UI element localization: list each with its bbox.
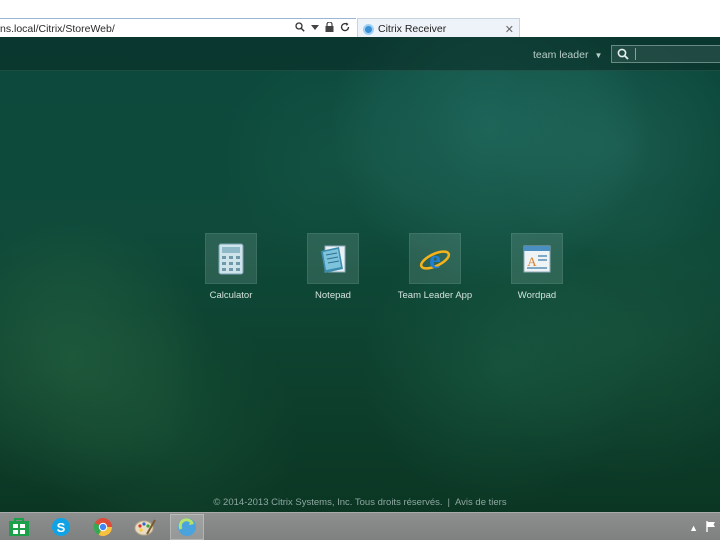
calculator-icon[interactable] [205, 233, 257, 284]
browser-tab[interactable]: Citrix Receiver ✕ [357, 18, 520, 39]
address-bar[interactable]: ns.local/Citrix/StoreWeb/ [0, 18, 356, 39]
app-tile-notepad[interactable]: Notepad [288, 233, 378, 301]
show-hidden-icons[interactable]: ▲ [689, 523, 698, 533]
app-tile-team-leader-app[interactable]: e Team Leader App [390, 233, 480, 301]
third-party-notices-link[interactable]: Avis de tiers [455, 497, 507, 508]
footer-copyright: © 2014-2013 Citrix Systems, Inc. Tous dr… [213, 497, 443, 508]
app-tile-wordpad[interactable]: A Wordpad [492, 233, 582, 301]
notepad-icon[interactable] [307, 233, 359, 284]
user-name: team leader [533, 49, 589, 61]
search-icon[interactable] [295, 22, 305, 35]
svg-text:S: S [57, 520, 66, 535]
chrome-icon[interactable] [86, 514, 120, 540]
action-center-flag-icon[interactable] [706, 521, 716, 534]
dropdown-icon[interactable] [311, 23, 319, 34]
citrix-receiver-icon[interactable] [170, 514, 204, 540]
internet-explorer-icon[interactable]: e [409, 233, 461, 284]
search-divider [635, 48, 636, 60]
store-icon[interactable] [2, 514, 36, 540]
taskbar: S ▲ [0, 512, 720, 540]
receiver-header: team leader ▼ [0, 37, 720, 71]
address-text[interactable]: ns.local/Citrix/StoreWeb/ [0, 23, 295, 35]
tab-title: Citrix Receiver [378, 23, 447, 35]
paint-icon[interactable] [128, 514, 162, 540]
close-icon[interactable]: ✕ [505, 23, 514, 36]
app-label-team-leader-app[interactable]: Team Leader App [390, 290, 480, 301]
app-label-wordpad[interactable]: Wordpad [492, 290, 582, 301]
app-tile-calculator[interactable]: Calculator [186, 233, 276, 301]
svg-text:e: e [429, 245, 441, 274]
search-input[interactable] [640, 48, 720, 60]
footer-separator: | [447, 497, 450, 508]
address-bar-icons [295, 21, 356, 35]
lock-icon[interactable] [325, 21, 334, 35]
search-box[interactable] [611, 45, 720, 63]
wordpad-icon[interactable]: A [511, 233, 563, 284]
receiver-app: team leader ▼ Calculator Notepad e Team … [0, 37, 720, 512]
app-grid: Calculator Notepad e Team Leader App A W… [0, 233, 720, 313]
footer: © 2014-2013 Citrix Systems, Inc. Tous dr… [0, 497, 720, 508]
app-label-calculator[interactable]: Calculator [186, 290, 276, 301]
browser-chrome: ns.local/Citrix/StoreWeb/ Citrix Receive… [0, 0, 720, 39]
caret-down-icon: ▼ [594, 51, 603, 60]
refresh-icon[interactable] [340, 22, 350, 35]
svg-text:A: A [527, 254, 537, 269]
user-menu[interactable]: team leader ▼ [533, 49, 602, 61]
app-label-notepad[interactable]: Notepad [288, 290, 378, 301]
citrix-favicon-icon [363, 23, 374, 35]
skype-icon[interactable]: S [44, 514, 78, 540]
search-icon [617, 48, 629, 60]
system-tray: ▲ [689, 521, 716, 534]
